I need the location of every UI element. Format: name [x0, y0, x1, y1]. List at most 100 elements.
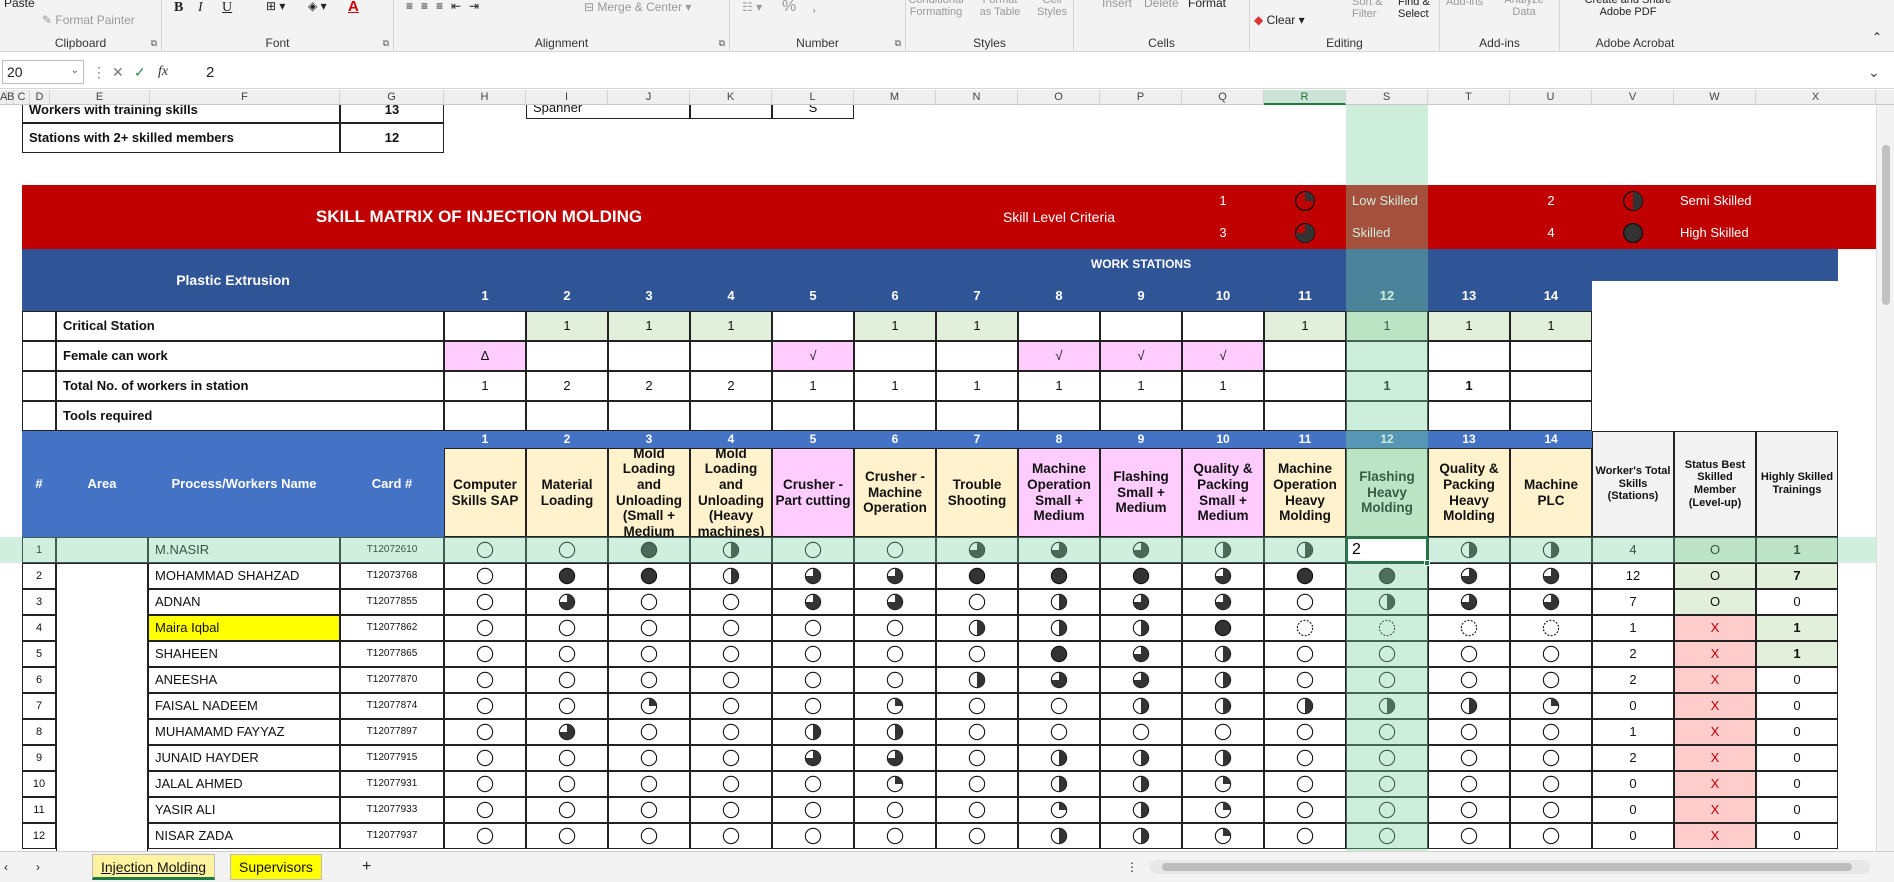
skill-cell[interactable]	[1182, 589, 1264, 615]
borders-icon[interactable]: ⊞ ▾	[266, 0, 285, 13]
skill-cell[interactable]	[1346, 823, 1428, 849]
skill-cell[interactable]	[1510, 719, 1592, 745]
comma-style-icon[interactable]: ,	[812, 0, 816, 16]
prev-sheet-icon[interactable]: ‹	[4, 860, 8, 874]
skill-cell[interactable]	[1182, 615, 1264, 641]
skill-cell[interactable]	[854, 641, 936, 667]
skill-cell[interactable]	[854, 797, 936, 823]
skill-cell[interactable]	[1510, 797, 1592, 823]
skill-cell[interactable]	[1346, 589, 1428, 615]
format-as-table-button[interactable]: Format as Table	[976, 0, 1024, 18]
skill-cell[interactable]	[1346, 615, 1428, 641]
skill-cell[interactable]	[526, 797, 608, 823]
skill-cell[interactable]	[1346, 745, 1428, 771]
skill-cell[interactable]	[854, 537, 936, 563]
skill-cell[interactable]	[936, 719, 1018, 745]
skill-cell[interactable]	[936, 641, 1018, 667]
clear-button[interactable]: ◆ Clear ▾	[1254, 13, 1305, 27]
skill-cell[interactable]	[1510, 589, 1592, 615]
skill-cell[interactable]	[936, 745, 1018, 771]
column-header-14[interactable]: O	[1018, 90, 1100, 105]
skill-cell[interactable]	[690, 693, 772, 719]
collapse-ribbon-icon[interactable]: ⌃	[1872, 30, 1882, 44]
skill-cell[interactable]	[1346, 771, 1428, 797]
sheet-tab-supervisors[interactable]: Supervisors	[230, 854, 322, 880]
skill-cell[interactable]	[1182, 667, 1264, 693]
skill-cell[interactable]	[690, 537, 772, 563]
horizontal-scroll-thumb[interactable]	[1162, 863, 1852, 871]
skill-cell[interactable]	[1182, 563, 1264, 589]
skill-cell[interactable]	[1100, 693, 1182, 719]
skill-cell[interactable]	[936, 615, 1018, 641]
skill-cell[interactable]	[772, 823, 854, 849]
skill-cell[interactable]	[772, 745, 854, 771]
skill-cell[interactable]	[444, 615, 526, 641]
column-header-20[interactable]: U	[1510, 90, 1592, 105]
column-header-7[interactable]: H	[444, 90, 526, 105]
skill-cell[interactable]	[1018, 563, 1100, 589]
font-color-icon[interactable]: A	[348, 0, 359, 15]
skill-cell[interactable]	[690, 589, 772, 615]
skill-cell[interactable]	[444, 693, 526, 719]
skill-cell[interactable]	[1510, 537, 1592, 563]
skill-cell[interactable]	[1018, 641, 1100, 667]
launcher-icon[interactable]: ⧉	[383, 38, 389, 49]
skill-cell[interactable]	[1428, 641, 1510, 667]
skill-cell[interactable]	[1264, 589, 1346, 615]
fill-color-icon[interactable]: ◈ ▾	[308, 0, 327, 13]
skill-cell[interactable]	[690, 563, 772, 589]
skill-cell[interactable]	[690, 719, 772, 745]
skill-cell[interactable]	[608, 563, 690, 589]
column-header-15[interactable]: P	[1100, 90, 1182, 105]
skill-cell[interactable]	[444, 771, 526, 797]
skill-cell[interactable]	[444, 797, 526, 823]
skill-cell[interactable]	[526, 563, 608, 589]
skill-cell[interactable]	[608, 667, 690, 693]
launcher-icon[interactable]: ⧉	[151, 38, 157, 49]
skill-cell[interactable]	[526, 615, 608, 641]
skill-cell[interactable]	[1510, 641, 1592, 667]
column-header-16[interactable]: Q	[1182, 90, 1264, 105]
accounting-icon[interactable]: ☷ ▾	[742, 0, 762, 14]
skill-cell[interactable]	[1100, 537, 1182, 563]
skill-cell[interactable]	[854, 693, 936, 719]
fill-handle[interactable]	[1424, 560, 1430, 566]
skill-cell[interactable]	[1182, 823, 1264, 849]
insert-function-icon[interactable]: fx	[158, 64, 168, 80]
skill-cell[interactable]	[854, 615, 936, 641]
skill-cell[interactable]	[1428, 667, 1510, 693]
vertical-scroll-thumb[interactable]	[1882, 145, 1890, 305]
enter-icon[interactable]: ✓	[134, 64, 146, 81]
name-box[interactable]: 20 ⌄	[2, 60, 84, 84]
skill-cell[interactable]	[1264, 667, 1346, 693]
skill-cell[interactable]	[772, 615, 854, 641]
analyze-data-button[interactable]: Analyze Data	[1502, 0, 1546, 18]
add-sheet-icon[interactable]: +	[362, 858, 371, 876]
skill-cell[interactable]	[1264, 615, 1346, 641]
skill-cell[interactable]	[1018, 667, 1100, 693]
skill-cell[interactable]	[1100, 771, 1182, 797]
skill-cell[interactable]	[1264, 641, 1346, 667]
cancel-icon[interactable]: ✕	[112, 64, 124, 81]
skill-cell[interactable]	[1100, 589, 1182, 615]
underline-button[interactable]: U	[222, 0, 232, 16]
column-header-1[interactable]: B	[7, 90, 14, 105]
skill-cell[interactable]	[854, 719, 936, 745]
skill-cell[interactable]	[1100, 667, 1182, 693]
skill-cell[interactable]	[690, 641, 772, 667]
sheet-tab-injection-molding[interactable]: Injection Molding	[92, 854, 216, 880]
column-header-18[interactable]: S	[1346, 90, 1428, 105]
skill-cell[interactable]	[772, 589, 854, 615]
skill-cell[interactable]	[690, 771, 772, 797]
column-header-5[interactable]: F	[150, 90, 340, 105]
skill-cell[interactable]	[1182, 719, 1264, 745]
skill-cell[interactable]	[1428, 537, 1510, 563]
launcher-icon[interactable]: ⧉	[719, 38, 725, 49]
skill-cell[interactable]	[854, 589, 936, 615]
paste-button[interactable]: Paste	[4, 0, 35, 10]
skill-cell[interactable]	[1264, 537, 1346, 563]
skill-cell[interactable]	[1510, 615, 1592, 641]
skill-cell[interactable]	[1510, 745, 1592, 771]
skill-cell[interactable]	[1018, 797, 1100, 823]
skill-cell[interactable]	[1018, 537, 1100, 563]
